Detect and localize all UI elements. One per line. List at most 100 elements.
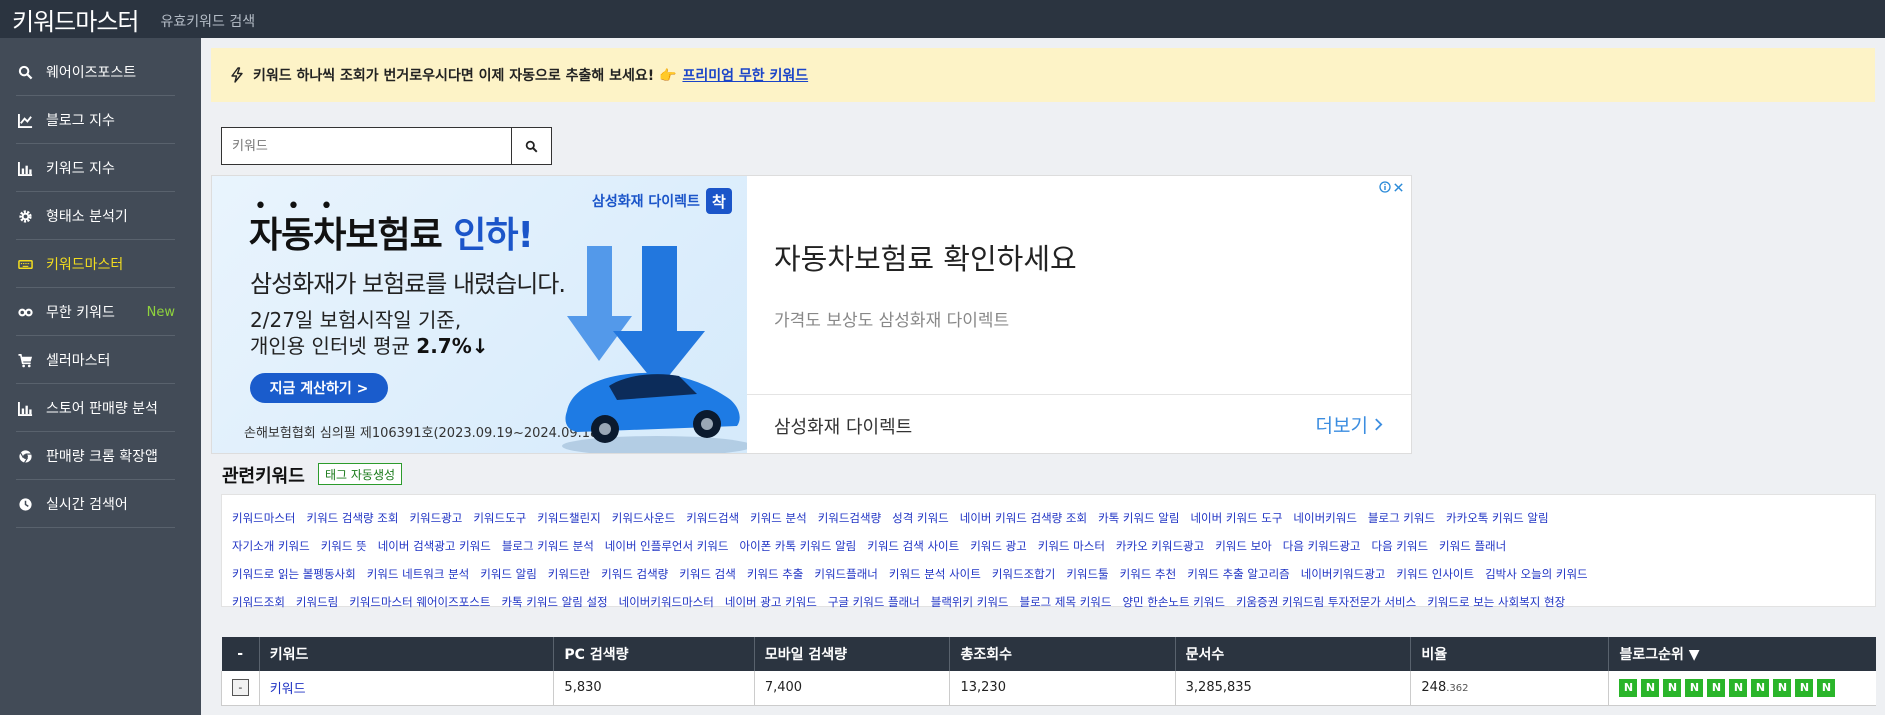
related-keyword-link[interactable]: 키워드 플래너	[1439, 538, 1506, 554]
related-keyword-link[interactable]: 네이버키워드마스터	[619, 594, 714, 610]
related-keyword-link[interactable]: 다음 키워드광고	[1283, 538, 1361, 554]
related-keyword-link[interactable]: 자기소개 키워드	[232, 538, 310, 554]
col-header-blog-rank[interactable]: 블로그순위 ▼	[1608, 637, 1876, 671]
col-header-keyword[interactable]: 키워드	[258, 637, 554, 671]
related-keyword-link[interactable]: 키워드 추출	[747, 566, 804, 582]
related-keyword-link[interactable]: 키워드 추출 알고리즘	[1187, 566, 1290, 582]
premium-notice: 키워드 하나씩 조회가 번거로우시다면 이제 자동으로 추출해 보세요! 👉 프…	[211, 48, 1875, 102]
col-header-doc-count[interactable]: 문서수	[1174, 637, 1411, 671]
related-keyword-link[interactable]: 키워드조회	[232, 594, 285, 610]
naver-rank-badge[interactable]: N	[1795, 678, 1814, 697]
keyword-search-input[interactable]	[222, 128, 511, 164]
sidebar-item-seller-master[interactable]: 셀러마스터	[0, 336, 201, 384]
naver-rank-badge[interactable]: N	[1641, 678, 1660, 697]
naver-rank-badge[interactable]: N	[1663, 678, 1682, 697]
naver-rank-badge[interactable]: N	[1817, 678, 1836, 697]
col-header-pc-volume[interactable]: PC 검색량	[553, 637, 755, 671]
related-keyword-link[interactable]: 키워드림	[296, 594, 338, 610]
sidebar-item-blog-index[interactable]: 블로그 지수	[0, 96, 201, 144]
related-keyword-link[interactable]: 카톡 키워드 알림 설정	[501, 594, 607, 610]
sidebar-item-whereispost[interactable]: 웨어이즈포스트	[0, 48, 201, 96]
related-keyword-link[interactable]: 아이폰 카톡 키워드 알림	[739, 538, 856, 554]
col-header-mobile-volume[interactable]: 모바일 검색량	[753, 637, 950, 671]
auto-tag-button[interactable]: 태그 자동생성	[318, 463, 403, 485]
related-keyword-link[interactable]: 키워드 분석	[750, 510, 807, 526]
ad-more-link[interactable]: 더보기	[1316, 411, 1383, 438]
sidebar-item-chrome-extension[interactable]: 판매량 크롬 확장앱	[0, 432, 201, 480]
related-keyword-link[interactable]: 키워드란	[548, 566, 590, 582]
search-button[interactable]	[511, 128, 551, 164]
related-keyword-link[interactable]: 블로그 키워드	[1368, 510, 1435, 526]
related-keyword-link[interactable]: 구글 키워드 플래너	[828, 594, 920, 610]
related-keyword-link[interactable]: 다음 키워드	[1371, 538, 1428, 554]
col-header-ratio[interactable]: 비율	[1410, 637, 1609, 671]
ad-title[interactable]: 자동차보험료 확인하세요	[774, 236, 1077, 278]
ad-image[interactable]: ••• 자동차보험료 인하! 삼성화재가 보험료를 내렸습니다. 2/27일 보…	[212, 176, 747, 453]
related-keyword-link[interactable]: 키워드마스터	[232, 510, 295, 526]
naver-rank-badge[interactable]: N	[1729, 678, 1748, 697]
related-keyword-link[interactable]: 키워드광고	[409, 510, 462, 526]
row-collapse-button[interactable]: -	[231, 679, 249, 697]
related-keyword-link[interactable]: 네이버키워드광고	[1301, 566, 1386, 582]
naver-rank-badge[interactable]: N	[1685, 678, 1704, 697]
related-keyword-link[interactable]: 키워드 뜻	[321, 538, 367, 554]
related-keyword-link[interactable]: 키워드사운드	[612, 510, 675, 526]
naver-rank-badge[interactable]: N	[1773, 678, 1792, 697]
premium-keyword-link[interactable]: 프리미엄 무한 키워드	[682, 65, 808, 85]
sidebar-item-store-sales[interactable]: 스토어 판매량 분석	[0, 384, 201, 432]
related-keyword-link[interactable]: 키워드도구	[473, 510, 526, 526]
related-keyword-link[interactable]: 키워드검색량	[818, 510, 881, 526]
related-keyword-link[interactable]: 키워드로 읽는 볼펭동사회	[232, 566, 356, 582]
related-keyword-link[interactable]: 카카오 키워드광고	[1116, 538, 1204, 554]
sidebar-item-realtime-search[interactable]: 실시간 검색어	[0, 480, 201, 528]
sidebar-item-morpheme-analyzer[interactable]: 형태소 분석기	[0, 192, 201, 240]
col-header-total-views[interactable]: 총조회수	[949, 637, 1176, 671]
related-keyword-link[interactable]: 키워드 보아	[1215, 538, 1272, 554]
related-keyword-link[interactable]: 김박사 오늘의 키워드	[1485, 566, 1588, 582]
naver-rank-badge[interactable]: N	[1619, 678, 1638, 697]
related-keyword-link[interactable]: 카카오톡 키워드 알림	[1446, 510, 1549, 526]
related-keyword-link[interactable]: 네이버 키워드 검색량 조회	[960, 510, 1087, 526]
related-keyword-link[interactable]: 카톡 키워드 알림	[1098, 510, 1179, 526]
related-keyword-link[interactable]: 성격 키워드	[892, 510, 949, 526]
related-keyword-link[interactable]: 키워드 네트워크 분석	[367, 566, 470, 582]
related-keyword-link[interactable]: 키워드 분석 사이트	[889, 566, 981, 582]
ad-banner[interactable]: ••• 자동차보험료 인하! 삼성화재가 보험료를 내렸습니다. 2/27일 보…	[211, 175, 1412, 454]
related-keyword-link[interactable]: 양민 한손노트 키워드	[1122, 594, 1225, 610]
related-keyword-link[interactable]: 키워드챌린지	[537, 510, 600, 526]
related-keyword-link[interactable]: 키워드 인사이트	[1396, 566, 1474, 582]
related-keyword-link[interactable]: 키워드마스터 웨어이즈포스트	[349, 594, 490, 610]
ad-text-panel[interactable]: 자동차보험료 확인하세요 가격도 보상도 삼성화재 다이렉트	[747, 176, 1411, 394]
naver-rank-badge[interactable]: N	[1707, 678, 1726, 697]
related-keyword-link[interactable]: 블랙위키 키워드	[931, 594, 1009, 610]
related-keyword-link[interactable]: 키워드 검색	[679, 566, 736, 582]
related-keyword-link[interactable]: 키워드조합기	[992, 566, 1055, 582]
related-keyword-link[interactable]: 키워드로 보는 사회복지 현장	[1427, 594, 1565, 610]
related-keyword-link[interactable]: 블로그 키워드 분석	[502, 538, 594, 554]
related-keyword-link[interactable]: 네이버키워드	[1293, 510, 1356, 526]
related-keyword-link[interactable]: 키워드 검색량	[601, 566, 668, 582]
sidebar-item-keyword-index[interactable]: 키워드 지수	[0, 144, 201, 192]
related-keyword-link[interactable]: 네이버 광고 키워드	[725, 594, 817, 610]
related-keyword-link[interactable]: 키워드 알림	[480, 566, 537, 582]
sidebar-item-infinite-keyword[interactable]: 무한 키워드 New	[0, 288, 201, 336]
related-keyword-link[interactable]: 네이버 키워드 도구	[1190, 510, 1282, 526]
keyword-link[interactable]: 키워드	[270, 682, 306, 697]
related-keyword-link[interactable]: 키워드 광고	[970, 538, 1027, 554]
brand-title[interactable]: 키워드마스터	[0, 2, 139, 37]
related-keyword-link[interactable]: 키움증권 키워드림 투자전문가 서비스	[1236, 594, 1416, 610]
naver-rank-badge[interactable]: N	[1751, 678, 1770, 697]
related-keyword-link[interactable]: 네이버 인플루언서 키워드	[605, 538, 729, 554]
related-keyword-link[interactable]: 키워드툴	[1066, 566, 1108, 582]
related-keyword-link[interactable]: 네이버 검색광고 키워드	[378, 538, 491, 554]
related-keyword-link[interactable]: 키워드검색	[686, 510, 739, 526]
related-keyword-link[interactable]: 키워드플래너	[814, 566, 877, 582]
related-keyword-link[interactable]: 키워드 검색량 조회	[306, 510, 398, 526]
related-keyword-link[interactable]: 키워드 검색 사이트	[867, 538, 959, 554]
ad-choices-icon[interactable]	[1379, 180, 1405, 194]
sidebar-item-keywordmaster[interactable]: 키워드마스터	[0, 240, 201, 288]
related-keyword-link[interactable]: 키워드 추천	[1120, 566, 1177, 582]
related-keyword-link[interactable]: 키워드 마스터	[1038, 538, 1105, 554]
ad-calculate-button[interactable]: 지금 계산하기 >	[250, 373, 388, 403]
related-keyword-link[interactable]: 블로그 제목 키워드	[1019, 594, 1111, 610]
